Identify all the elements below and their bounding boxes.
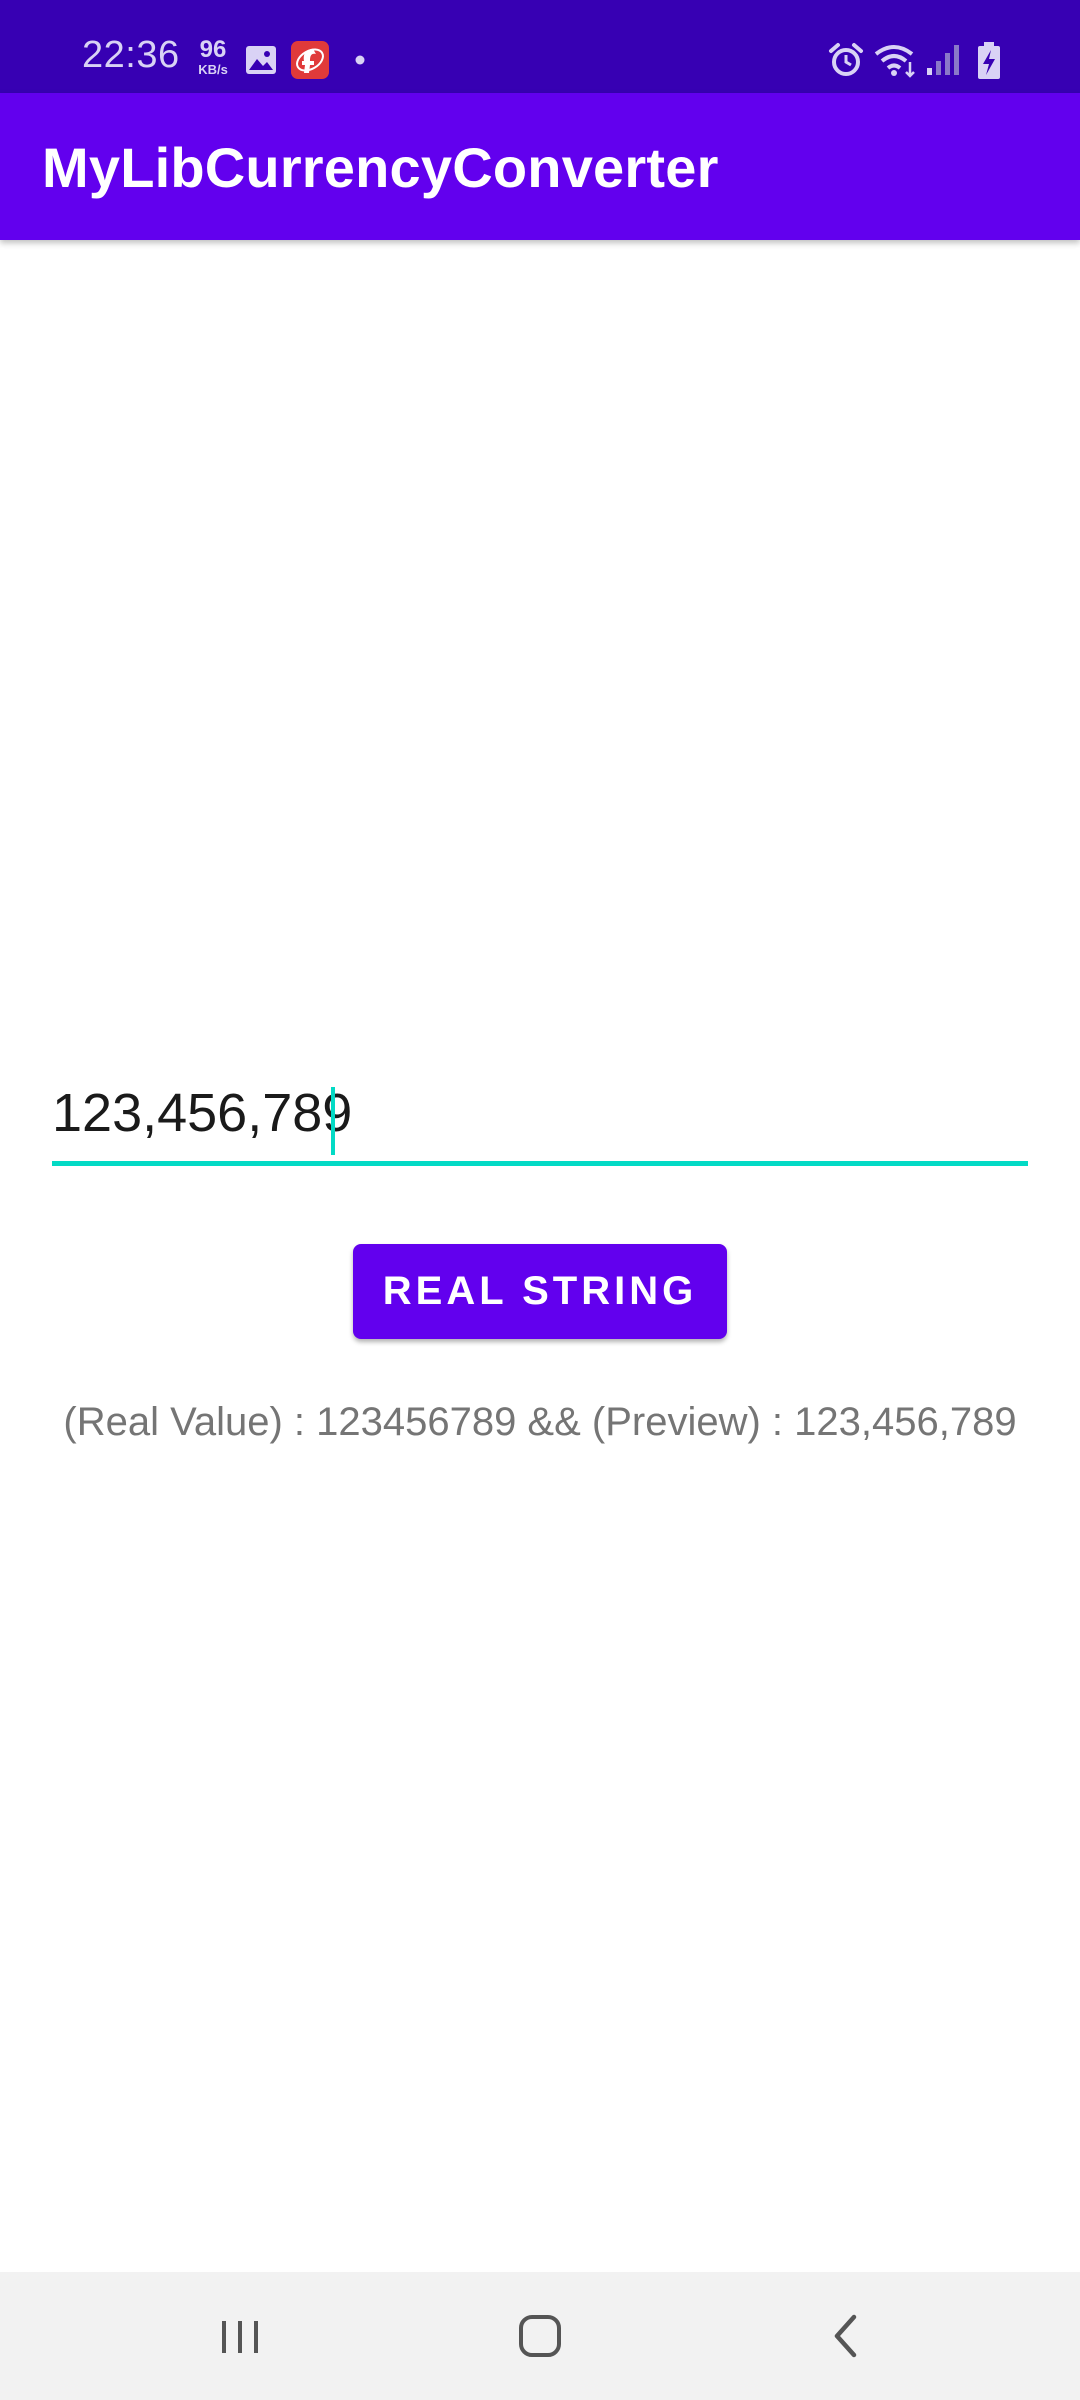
wifi-icon (874, 45, 915, 78)
battery-charging-icon (978, 42, 1000, 79)
network-speed-value: 96 (199, 36, 227, 63)
recent-apps-icon[interactable] (200, 2300, 280, 2372)
app-notification-icon (291, 41, 329, 79)
dot-icon (355, 55, 365, 65)
home-icon[interactable] (500, 2300, 580, 2372)
network-speed-unit: KB/s (198, 62, 228, 77)
back-icon[interactable] (805, 2300, 885, 2372)
signal-icon (927, 45, 959, 75)
network-speed: 96 KB/s (190, 36, 236, 77)
alarm-icon (829, 43, 863, 76)
text-cursor (331, 1087, 335, 1155)
real-string-button[interactable]: REAL STRING (353, 1244, 727, 1339)
app-bar: MyLibCurrencyConverter (0, 93, 1080, 240)
navigation-bar (0, 2272, 1080, 2400)
result-text: (Real Value) : 123456789 && (Preview) : … (63, 1400, 1017, 1444)
image-icon (246, 46, 276, 74)
app-title: MyLibCurrencyConverter (42, 136, 719, 199)
amount-input[interactable] (52, 1070, 1028, 1166)
status-bar: 22:36 96 KB/s (0, 0, 1080, 93)
status-time: 22:36 (82, 34, 180, 76)
